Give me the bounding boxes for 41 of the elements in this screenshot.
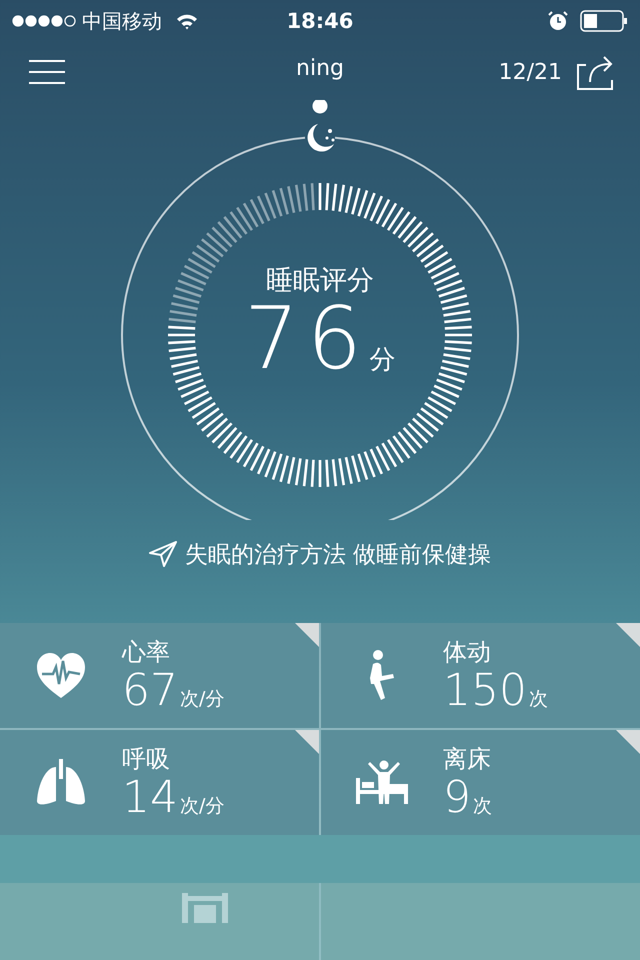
moon-stars-icon	[308, 124, 334, 152]
metric-card[interactable]: 离床 9 次	[321, 730, 640, 835]
tip-link[interactable]: 失眠的治疗方法 做睡前保健操	[184, 538, 492, 570]
corner-flag-icon	[616, 730, 640, 754]
corner-flag-icon	[616, 623, 640, 647]
score-value: 76	[244, 296, 370, 382]
metric-card[interactable]: 心率 67 次/分	[0, 623, 319, 728]
metric-value: 14	[122, 775, 178, 822]
menu-icon[interactable]	[28, 60, 66, 84]
sitting-person-icon	[368, 650, 396, 702]
metric-value: 150	[443, 668, 527, 715]
metric-card[interactable]: 呼吸 14 次/分	[0, 730, 319, 835]
lungs-icon	[36, 758, 86, 806]
corner-flag-icon	[295, 623, 319, 647]
carrier-name: 中国移动	[82, 8, 162, 34]
status-time: 18:46	[286, 9, 354, 33]
metric-unit: 次/分	[180, 794, 224, 820]
score-label: 睡眠评分	[266, 264, 374, 298]
battery-icon	[580, 10, 628, 32]
metric-label: 呼吸	[122, 744, 171, 776]
metric-unit: 次	[528, 687, 548, 712]
alarm-clock-icon	[548, 11, 568, 31]
metric-label: 心率	[122, 637, 171, 668]
metric-value: 67	[122, 668, 178, 715]
signal-icon	[12, 15, 76, 27]
metric-label: 离床	[443, 744, 492, 776]
metric-unit: 次/分	[180, 687, 224, 712]
metric-unit: 次	[473, 794, 492, 820]
date-label[interactable]: 12/21	[498, 60, 562, 84]
share-icon[interactable]	[576, 54, 614, 90]
score-unit: 分	[370, 344, 396, 377]
person-leaving-bed-icon	[356, 760, 408, 806]
metric-card[interactable]: 体动 150 次	[321, 623, 640, 728]
paper-plane-icon	[148, 541, 177, 567]
wifi-icon	[176, 12, 198, 30]
user-name: ning	[295, 56, 345, 81]
heart-rate-icon	[36, 652, 86, 700]
bed-icon	[180, 893, 230, 923]
metric-label: 体动	[443, 637, 492, 668]
metric-value: 9	[443, 775, 471, 822]
corner-flag-icon	[295, 730, 319, 754]
